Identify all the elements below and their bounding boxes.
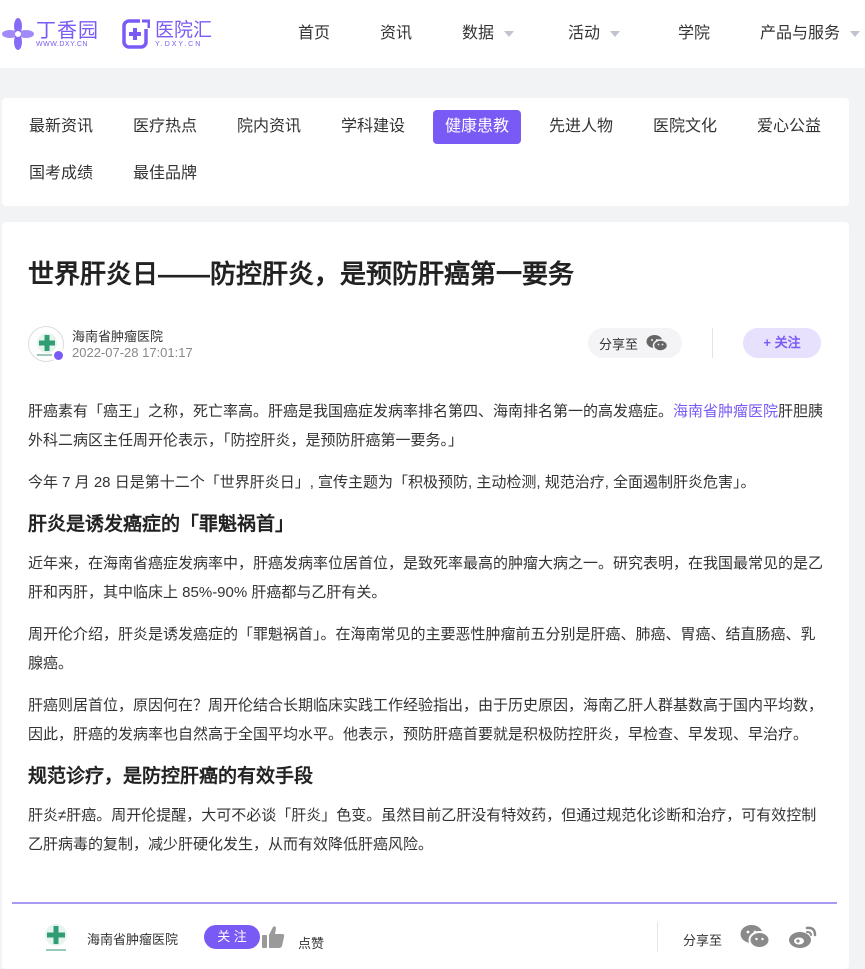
category-tab[interactable]: 学科建设 bbox=[329, 110, 417, 144]
bottom-author-name[interactable]: 海南省肿瘤医院 bbox=[87, 929, 178, 948]
paragraph: 肝癌素有「癌王」之称，死亡率高。肝癌是我国癌症发病率排名第四、海南排名第一的高发… bbox=[28, 397, 824, 455]
chevron-down-icon bbox=[504, 30, 515, 37]
nav-products[interactable]: 产品与服务 bbox=[760, 0, 861, 68]
follow-button[interactable]: + 关注 bbox=[743, 328, 821, 358]
hospital-hui-logo[interactable]: 医院汇 Y.DXY.CN bbox=[122, 16, 212, 52]
top-navbar: 丁香园 WWW.DXY.CN 医院汇 Y.DXY.CN 首页 资讯 数据 活动 … bbox=[0, 0, 865, 68]
wechat-icon[interactable] bbox=[740, 924, 770, 950]
section-heading: 肝炎是诱发癌症的「罪魁祸首」 bbox=[28, 514, 295, 535]
nav-home[interactable]: 首页 bbox=[298, 0, 330, 68]
wechat-icon bbox=[646, 335, 669, 352]
share-label: 分享至 bbox=[599, 336, 639, 352]
nav-events-label: 活动 bbox=[568, 25, 601, 42]
nav-news[interactable]: 资讯 bbox=[380, 0, 412, 68]
chevron-down-icon bbox=[610, 30, 621, 37]
hospital-hui-icon bbox=[122, 19, 150, 49]
dxy-logo[interactable]: 丁香园 WWW.DXY.CN bbox=[2, 16, 99, 52]
nav-home-label: 首页 bbox=[298, 25, 331, 42]
nav-academy-label: 学院 bbox=[678, 25, 711, 42]
article-card: 世界肝炎日——防控肝炎，是预防肝癌第一要务 海南省肿瘤医院 2022-07-28… bbox=[2, 222, 849, 969]
share-button[interactable]: 分享至 bbox=[588, 328, 682, 358]
paragraph: 近年来，在海南省癌症发病率中，肝癌发病率位居首位，是致死率最高的肿瘤大病之一。研… bbox=[28, 555, 824, 601]
divider bbox=[657, 922, 658, 952]
author-name[interactable]: 海南省肿瘤医院 bbox=[72, 326, 163, 345]
article-title: 世界肝炎日——防控肝炎，是预防肝癌第一要务 bbox=[28, 259, 575, 289]
category-panel: 最新资讯 医疗热点 院内资讯 学科建设 健康患教 先进人物 医院文化 爱心公益 … bbox=[2, 98, 849, 206]
bottom-follow-button[interactable]: 关 注 bbox=[204, 925, 260, 949]
weibo-icon[interactable] bbox=[788, 924, 818, 950]
category-tab[interactable]: 最新资讯 bbox=[17, 110, 105, 144]
dxy-flower-icon bbox=[2, 18, 34, 50]
category-tab[interactable]: 先进人物 bbox=[537, 110, 625, 144]
category-tab[interactable]: 院内资讯 bbox=[225, 110, 313, 144]
nav-products-label: 产品与服务 bbox=[760, 25, 841, 42]
section-heading: 规范诊疗，是防控肝癌的有效手段 bbox=[28, 766, 314, 787]
article-body: 肝癌素有「癌王」之称，死亡率高。肝癌是我国癌症发病率排名第四、海南排名第一的高发… bbox=[28, 397, 824, 859]
dxy-logo-url: WWW.DXY.CN bbox=[36, 41, 88, 48]
paragraph: 周开伦介绍，肝炎是诱发癌症的「罪魁祸首」。在海南常见的主要恶性肿瘤前五分别是肝癌… bbox=[28, 626, 816, 672]
category-tab[interactable]: 医院文化 bbox=[641, 110, 729, 144]
bottom-share-label: 分享至 bbox=[683, 933, 723, 948]
hospital-hui-name: 医院汇 bbox=[155, 19, 213, 41]
nav-events[interactable]: 活动 bbox=[568, 0, 621, 68]
nav-data[interactable]: 数据 bbox=[462, 0, 515, 68]
category-tab[interactable]: 爱心公益 bbox=[745, 110, 833, 144]
like-label[interactable]: 点赞 bbox=[298, 933, 324, 952]
category-tab-active[interactable]: 健康患教 bbox=[433, 110, 522, 144]
paragraph: 肝癌则居首位，原因何在？周开伦结合长期临床实践工作经验指出，由于历史原因，海南乙… bbox=[28, 697, 824, 743]
category-tab[interactable]: 医疗热点 bbox=[121, 110, 209, 144]
verified-badge-icon bbox=[52, 349, 65, 362]
category-tab[interactable]: 最佳品牌 bbox=[121, 157, 209, 191]
paragraph-text: 肝癌素有「癌王」之称，死亡率高。肝癌是我国癌症发病率排名第四、海南排名第一的高发… bbox=[28, 403, 674, 420]
hospital-link[interactable]: 海南省肿瘤医院 bbox=[673, 403, 778, 420]
bottom-action-bar: 海南省肿瘤医院 关 注 点赞 分享至 bbox=[12, 902, 837, 969]
thumb-up-icon[interactable] bbox=[260, 924, 286, 950]
nav-news-label: 资讯 bbox=[380, 25, 413, 42]
chevron-down-icon bbox=[850, 30, 861, 37]
dxy-logo-name: 丁香园 bbox=[36, 18, 99, 42]
divider bbox=[712, 328, 713, 358]
publish-date: 2022-07-28 17:01:17 bbox=[72, 345, 193, 360]
paragraph: 肝炎≠肝癌。周开伦提醒，大可不必谈「肝炎」色变。虽然目前乙肝没有特效药，但通过规… bbox=[28, 807, 817, 853]
nav-data-label: 数据 bbox=[462, 25, 495, 42]
paragraph: 今年 7 月 28 日是第十二个「世界肝炎日」, 宣传主题为「积极预防, 主动检… bbox=[28, 474, 756, 491]
nav-academy[interactable]: 学院 bbox=[678, 0, 710, 68]
category-tab[interactable]: 国考成绩 bbox=[17, 157, 105, 191]
hospital-hui-url: Y.DXY.CN bbox=[155, 41, 203, 48]
hospital-emblem-icon[interactable] bbox=[38, 920, 74, 956]
